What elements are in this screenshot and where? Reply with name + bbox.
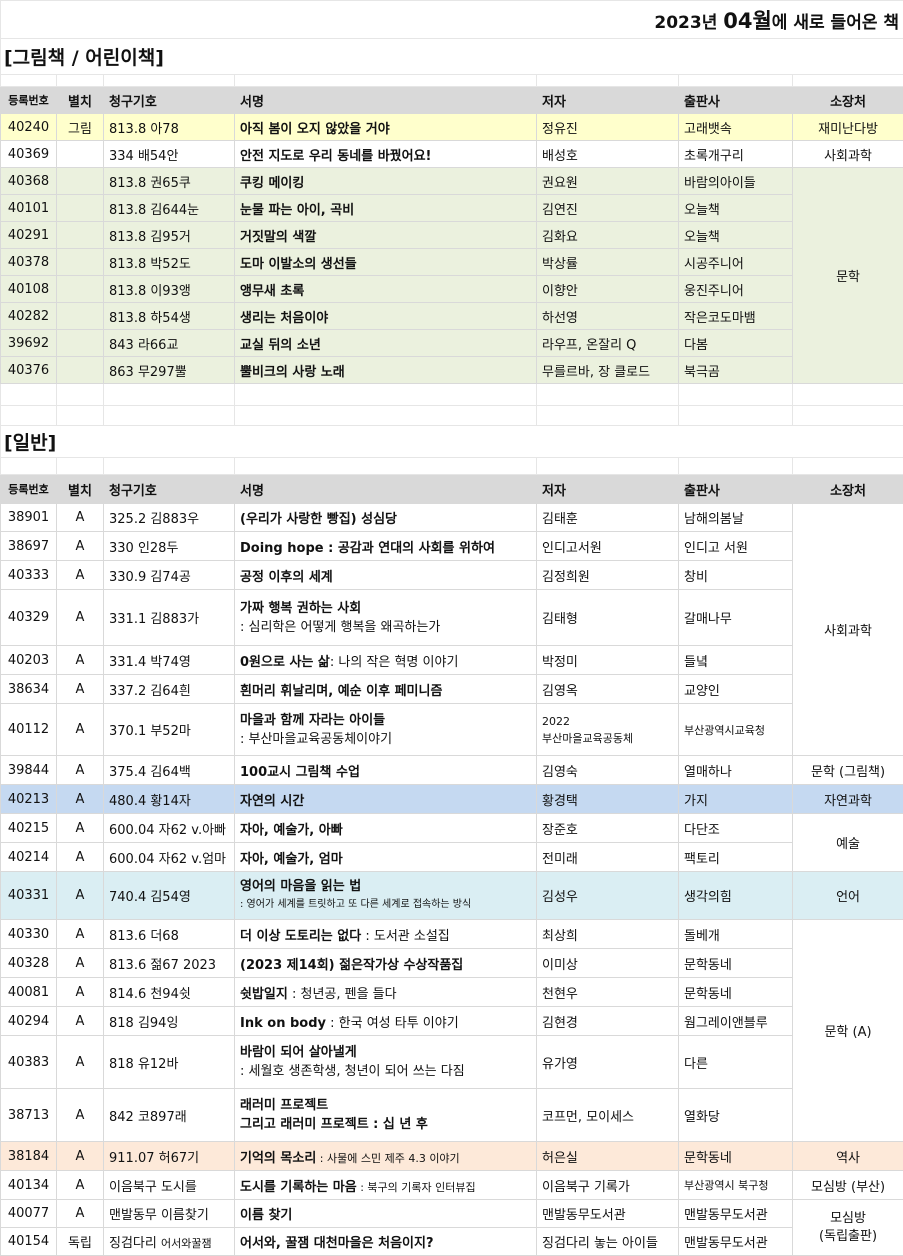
table-header: 등록번호 별치 청구기호 서명 저자 출판사 소장처 [1, 475, 903, 504]
table-row: 40213 A 480.4 황14자 자연의 시간 황경택 가지 자연과학 [1, 785, 903, 814]
section-title-kids: [그림책 / 어린이책] [1, 39, 903, 75]
table-row: 38634 A 337.2 김64흰 흰머리 휘날리며, 예순 이후 페미니즘 … [1, 675, 903, 704]
table-row: 40282 813.8 하54생 생리는 처음이야 하선영 작은코도마뱀 [1, 303, 903, 330]
table-row: 40376 863 무297뿔 뿔비크의 사랑 노래 무를르바, 장 클로드 북… [1, 357, 903, 384]
header-pub: 출판사 [679, 87, 793, 114]
table-row: 40108 813.8 이93앵 앵무새 초록 이향안 웅진주니어 [1, 276, 903, 303]
table-row: 40215 A 600.04 자62 v.아빠 자아, 예술가, 아빠 장준호 … [1, 814, 903, 843]
header-sep: 별치 [57, 87, 104, 114]
table-row: 40240 그림 813.8 아78 아직 봄이 오지 않았을 거야 정유진 고… [1, 114, 903, 141]
location-cell: 모심방(독립출판) [793, 1200, 903, 1256]
table-row: 40291 813.8 김95거 거짓말의 색깔 김화요 오늘책 [1, 222, 903, 249]
table-row: 40134 A 이음북구 도시를 도시를 기록하는 마음 : 북구의 기록자 인… [1, 1171, 903, 1200]
table-row: 40330 A 813.6 더68 더 이상 도토리는 없다 : 도서관 소설집… [1, 920, 903, 949]
table-row: 40077 A 맨발동무 이름찾기 이름 찾기 맨발동무도서관 맨발동무도서관 … [1, 1200, 903, 1228]
table-row: 40333 A 330.9 김74공 공정 이후의 세계 김정희원 창비 [1, 561, 903, 590]
location-cell: 문학 [793, 168, 903, 384]
table-row: 39844 A 375.4 김64백 100교시 그림책 수업 김영숙 열매하나… [1, 756, 903, 785]
table-row: 38697 A 330 인28두 Doing hope : 공감과 연대의 사회… [1, 532, 903, 561]
table-row: 40383 A 818 유12바 바람이 되어 살아낼게: 세월호 생존학생, … [1, 1036, 903, 1089]
spreadsheet: 2023년 04월에 새로 들어온 책 [그림책 / 어린이책] 등록번호 별치… [0, 0, 903, 1251]
header-id: 등록번호 [1, 87, 57, 114]
table-row: 40378 813.8 박52도 도마 이발소의 생선들 박상률 시공주니어 [1, 249, 903, 276]
table-row: 40294 A 818 김94잉 Ink on body : 한국 여성 타투 … [1, 1007, 903, 1036]
header-call: 청구기호 [104, 87, 235, 114]
table-row: 40329 A 331.1 김883가 가짜 행복 권하는 사회: 심리학은 어… [1, 590, 903, 646]
table-header: 등록번호 별치 청구기호 서명 저자 출판사 소장처 [1, 87, 903, 114]
table-row: 40368 813.8 권65쿠 쿠킹 메이킹 권요원 바람의아이들 문학 [1, 168, 903, 195]
table-row: 40101 813.8 김644눈 눈물 파는 아이, 곡비 김연진 오늘책 [1, 195, 903, 222]
section-title-general: [일반] [1, 426, 903, 458]
table-row: 40214 A 600.04 자62 v.엄마 자아, 예술가, 엄마 전미래 … [1, 843, 903, 872]
table-row: 38713 A 842 코897래 래러미 프로젝트그리고 래러미 프로젝트 :… [1, 1089, 903, 1142]
table-row: 40112 A 370.1 부52마 마을과 함께 자라는 아이들 : 부산마을… [1, 704, 903, 756]
location-cell: 예술 [793, 814, 903, 872]
location-cell: 문학 (A) [793, 920, 903, 1142]
header-author: 저자 [537, 87, 679, 114]
header-loc: 소장처 [793, 87, 903, 114]
book-list-table: 2023년 04월에 새로 들어온 책 [그림책 / 어린이책] 등록번호 별치… [0, 0, 903, 1256]
page-title: 2023년 04월에 새로 들어온 책 [1, 1, 903, 39]
table-row: 40369 334 배54안 안전 지도로 우리 동네를 바꿨어요! 배성호 초… [1, 141, 903, 168]
location-cell: 사회과학 [793, 504, 903, 756]
table-row: 39692 843 라66교 교실 뒤의 소년 라우프, 온잘리 Q 다봄 [1, 330, 903, 357]
table-row: 38901 A 325.2 김883우 (우리가 사랑한 빵집) 성심당 김태훈… [1, 504, 903, 532]
table-row: 38184 A 911.07 허67기 기억의 목소리 : 사물에 스민 제주 … [1, 1142, 903, 1171]
table-row: 40328 A 813.6 젊67 2023 (2023 제14회) 젊은작가상… [1, 949, 903, 978]
table-row: 40203 A 331.4 박74영 0원으로 사는 삶: 나의 작은 혁명 이… [1, 646, 903, 675]
table-row: 40331 A 740.4 김54영 영어의 마음을 읽는 법: 영어가 세계를… [1, 872, 903, 920]
header-title: 서명 [235, 87, 537, 114]
table-row: 40081 A 814.6 천94쉿 쉿밥일지 : 청년공, 펜을 들다 천현우… [1, 978, 903, 1007]
table-row: 40154 독립 징검다리 어서와꿀잼 어서와, 꿀잼 대천마을은 처음이지? … [1, 1228, 903, 1256]
